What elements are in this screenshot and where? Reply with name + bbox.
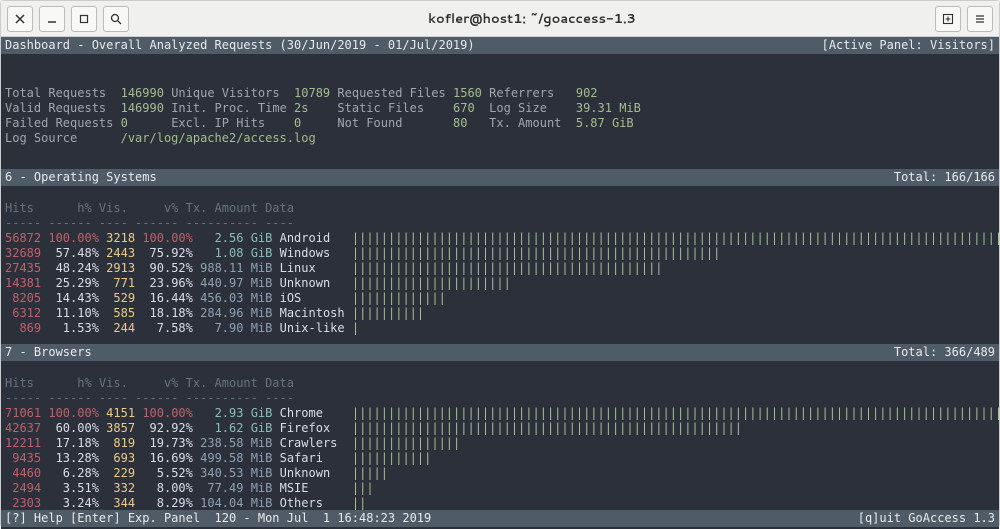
maximize-button[interactable]	[71, 6, 97, 32]
panel-os-total: Total: 166/166	[894, 170, 995, 185]
panel-br-total: Total: 366/489	[894, 345, 995, 360]
stat-failed-value: 0	[121, 116, 128, 130]
new-tab-icon	[942, 13, 954, 25]
panel-os-title: 6 - Operating Systems	[5, 170, 157, 185]
table-row[interactable]: 2303 3.24% 344 8.29% 104.04 MiB Others |…	[1, 496, 999, 511]
panel-br-columns: Hits h% Vis. v% Tx. Amount Data	[1, 376, 999, 391]
stat-total-req-label: Total Requests	[5, 86, 106, 100]
stat-notfound-value: 80	[453, 116, 467, 130]
stat-uniq-vis-label: Unique Visitors	[171, 86, 279, 100]
stat-tx-value: 5.87 GiB	[576, 116, 634, 130]
new-tab-button[interactable]	[935, 6, 961, 32]
menu-icon	[974, 13, 986, 25]
stat-valid-req-label: Valid Requests	[5, 101, 106, 115]
panel-br-header[interactable]: 7 - Browsers Total: 366/489	[1, 344, 999, 361]
table-row[interactable]: 14381 25.29% 771 23.96% 440.97 MiB Unkno…	[1, 276, 999, 291]
table-row[interactable]: 9435 13.28% 693 16.69% 499.58 MiB Safari…	[1, 451, 999, 466]
panel-os-columns: Hits h% Vis. v% Tx. Amount Data	[1, 201, 999, 216]
menu-button[interactable]	[967, 6, 993, 32]
stat-tx-label: Tx. Amount	[489, 116, 561, 130]
stat-init-value: 2s	[294, 101, 308, 115]
table-row[interactable]: 6312 11.10% 585 18.18% 284.96 MiB Macint…	[1, 306, 999, 321]
stat-req-files-label: Requested Files	[337, 86, 445, 100]
close-icon	[15, 14, 25, 24]
minimize-button[interactable]	[39, 6, 65, 32]
table-row[interactable]: 42637 60.00% 3857 92.92% 1.62 GiB Firefo…	[1, 421, 999, 436]
stat-excl-label: Excl. IP Hits	[171, 116, 265, 130]
panel-os-colhead	[1, 186, 999, 201]
table-row[interactable]: 56872 100.00% 3218 100.00% 2.56 GiB Andr…	[1, 231, 999, 246]
table-row[interactable]: 4460 6.28% 229 5.52% 340.53 MiB Unknown …	[1, 466, 999, 481]
minimize-icon	[47, 14, 57, 24]
table-row[interactable]: 71061 100.00% 4151 100.00% 2.93 GiB Chro…	[1, 406, 999, 421]
panel-br-sep: ----- ------ ---- ------ ---------- ----	[1, 391, 999, 406]
stat-logsrc-value: /var/log/apache2/access.log	[121, 131, 316, 145]
table-row[interactable]: 27435 48.24% 2913 90.52% 988.11 MiB Linu…	[1, 261, 999, 276]
overall-stats: Total Requests 146990 Unique Visitors 10…	[1, 54, 999, 161]
stat-valid-req-value: 146990	[121, 101, 164, 115]
status-footer: [?] Help [Enter] Exp. Panel 120 - Mon Ju…	[1, 510, 999, 527]
stat-logsrc-label: Log Source	[5, 131, 77, 145]
stat-failed-label: Failed Requests	[5, 116, 113, 130]
stat-static-label: Static Files	[337, 101, 424, 115]
table-row[interactable]: 2494 3.51% 332 8.00% 77.49 MiB MSIE |||	[1, 481, 999, 496]
close-button[interactable]	[7, 6, 33, 32]
panel-os-rows: 56872 100.00% 3218 100.00% 2.56 GiB Andr…	[1, 231, 999, 336]
stat-logsize-value: 39.31 MiB	[576, 101, 641, 115]
titlebar: kofler@host1: ~/goaccess-1.3	[1, 1, 999, 37]
stat-total-req-value: 146990	[121, 86, 164, 100]
table-row[interactable]: 8205 14.43% 529 16.44% 456.03 MiB iOS ||…	[1, 291, 999, 306]
terminal[interactable]: Dashboard - Overall Analyzed Requests (3…	[1, 37, 999, 529]
stat-static-value: 670	[453, 101, 475, 115]
maximize-icon	[79, 14, 89, 24]
dashboard-header: Dashboard - Overall Analyzed Requests (3…	[1, 37, 999, 54]
panel-os-header[interactable]: 6 - Operating Systems Total: 166/166	[1, 169, 999, 186]
stat-logsize-label: Log Size	[489, 101, 547, 115]
footer-right: [q]uit GoAccess 1.3	[858, 511, 995, 526]
stat-uniq-vis-value: 10789	[294, 86, 330, 100]
stat-req-files-value: 1560	[453, 86, 482, 100]
panel-os-sep: ----- ------ ---- ------ ---------- ----	[1, 216, 999, 231]
stat-referrers-value: 902	[576, 86, 598, 100]
stat-notfound-label: Not Found	[337, 116, 402, 130]
active-panel-label: [Active Panel: Visitors]	[822, 38, 995, 53]
panel-br-title: 7 - Browsers	[5, 345, 92, 360]
search-icon	[110, 13, 122, 25]
panel-br-rows: 71061 100.00% 4151 100.00% 2.93 GiB Chro…	[1, 406, 999, 511]
dashboard-title: Dashboard - Overall Analyzed Requests (3…	[5, 38, 475, 53]
search-button[interactable]	[103, 6, 129, 32]
table-row[interactable]: 32689 57.48% 2443 75.92% 1.08 GiB Window…	[1, 246, 999, 261]
table-row[interactable]: 12211 17.18% 819 19.73% 238.58 MiB Crawl…	[1, 436, 999, 451]
stat-init-label: Init. Proc. Time	[171, 101, 287, 115]
table-row[interactable]: 869 1.53% 244 7.58% 7.90 MiB Unix-like |	[1, 321, 999, 336]
stat-referrers-label: Referrers	[489, 86, 554, 100]
footer-left: [?] Help [Enter] Exp. Panel 120 - Mon Ju…	[5, 511, 431, 525]
window-title: kofler@host1: ~/goaccess-1.3	[135, 10, 929, 28]
